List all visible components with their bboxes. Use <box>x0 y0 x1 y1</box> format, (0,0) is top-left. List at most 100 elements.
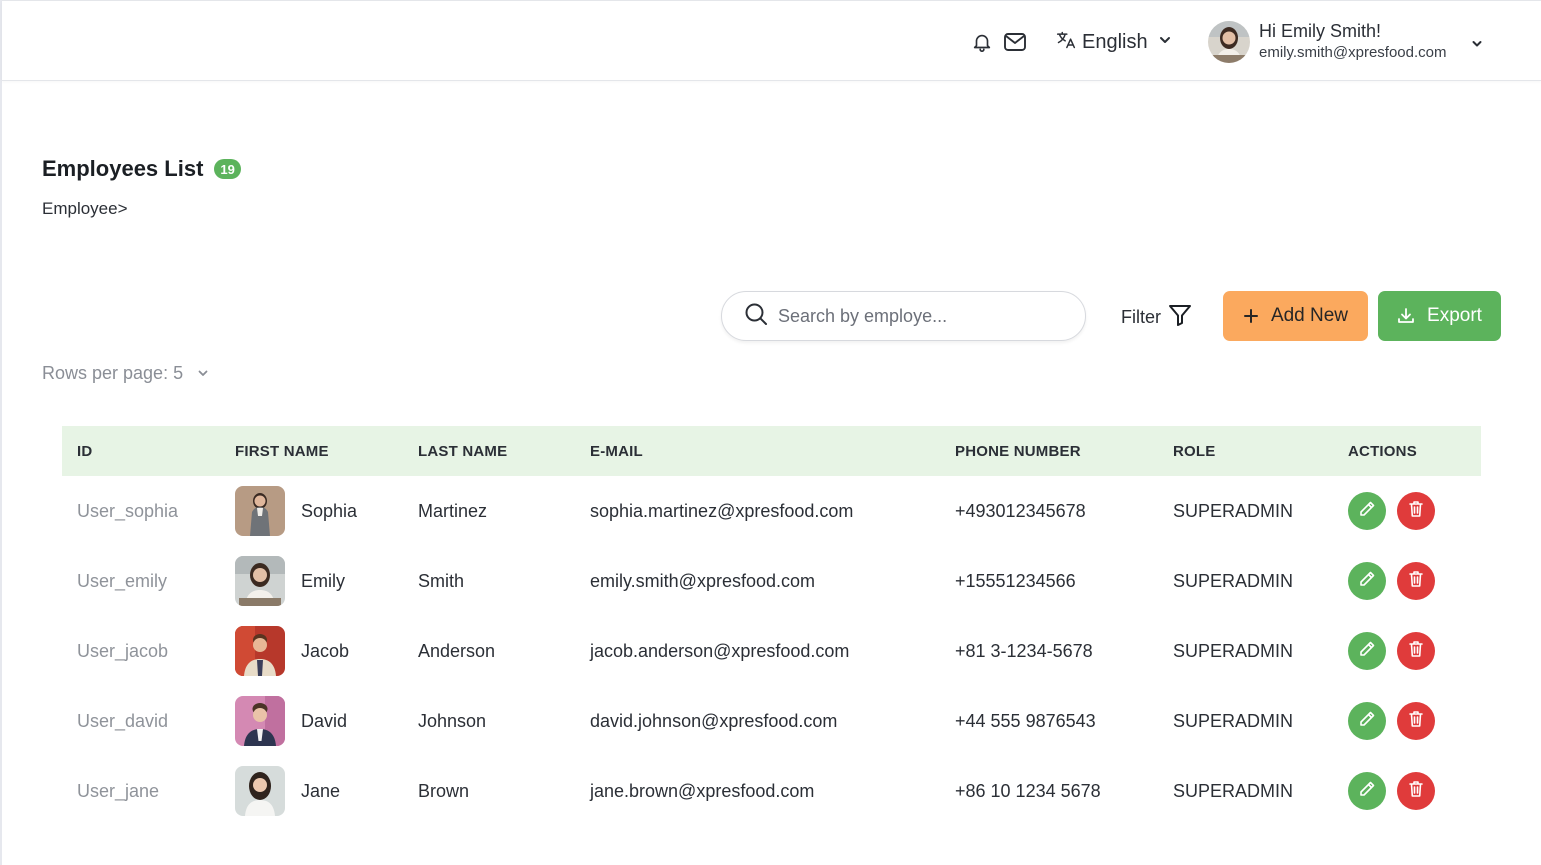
edit-button[interactable] <box>1348 632 1386 670</box>
first-name-text: Emily <box>301 570 345 591</box>
language-selector[interactable]: English <box>1056 28 1172 56</box>
avatar <box>235 696 285 746</box>
table-row: User_jane Jane Brown jane.brown@xpresfoo… <box>62 756 1481 826</box>
table-row: User_sophia Sophia Martinez sophia.marti… <box>62 476 1481 546</box>
filter-button[interactable]: Filter <box>1121 303 1192 332</box>
bell-icon[interactable] <box>970 30 994 54</box>
first-name-text: Jacob <box>301 640 350 661</box>
chevron-down-icon[interactable] <box>1470 37 1484 51</box>
cell-first-name: Jane <box>235 756 340 826</box>
plus-icon <box>1243 308 1259 324</box>
rows-per-page-select[interactable]: Rows per page: 5 <box>42 363 209 384</box>
column-header-last-name: LAST NAME <box>418 442 508 460</box>
user-menu[interactable]: Hi Emily Smith! emily.smith@xpresfood.co… <box>1208 21 1447 63</box>
edit-button[interactable] <box>1348 702 1386 740</box>
column-header-phone: PHONE NUMBER <box>955 442 1081 460</box>
pencil-icon <box>1358 570 1376 593</box>
add-new-label: Add New <box>1270 305 1349 326</box>
avatar <box>235 486 285 536</box>
search-input[interactable] <box>778 305 1058 327</box>
cell-email: david.johnson@xpresfood.com <box>590 710 838 731</box>
first-name-text: David <box>301 710 348 731</box>
cell-first-name: David <box>235 686 347 756</box>
column-header-id: ID <box>77 442 93 460</box>
cell-role: SUPERADMIN <box>1173 500 1294 521</box>
cell-actions <box>1348 756 1435 826</box>
table-row: User_emily Emily Smith emily.smith@xpres… <box>62 546 1481 616</box>
cell-first-name: Sophia <box>235 476 357 546</box>
avatar <box>1208 21 1250 63</box>
cell-role: SUPERADMIN <box>1173 710 1294 731</box>
column-header-actions: ACTIONS <box>1348 442 1417 460</box>
delete-button[interactable] <box>1397 772 1435 810</box>
cell-last-name: Brown <box>418 780 470 801</box>
trash-icon <box>1408 640 1424 663</box>
user-greeting: Hi Emily Smith! <box>1259 21 1382 41</box>
add-new-button[interactable]: Add New <box>1223 291 1368 341</box>
delete-button[interactable] <box>1397 562 1435 600</box>
trash-icon <box>1408 500 1424 523</box>
cell-first-name: Emily <box>235 546 345 616</box>
cell-actions <box>1348 546 1435 616</box>
top-bar: English Hi Emily Smith! emily.smith@xpre… <box>2 0 1541 81</box>
cell-email: emily.smith@xpresfood.com <box>590 570 815 591</box>
search-box <box>721 291 1086 341</box>
cell-role: SUPERADMIN <box>1173 640 1294 661</box>
avatar <box>235 556 285 606</box>
cell-last-name: Johnson <box>418 710 487 731</box>
first-name-text: Sophia <box>301 500 358 521</box>
trash-icon <box>1408 570 1424 593</box>
cell-last-name: Anderson <box>418 640 496 661</box>
delete-button[interactable] <box>1397 632 1435 670</box>
trash-icon <box>1408 780 1424 803</box>
cell-id: User_jane <box>77 780 160 801</box>
column-header-first-name: FIRST NAME <box>235 442 329 460</box>
column-header-role: ROLE <box>1173 442 1216 460</box>
cell-id: User_sophia <box>77 500 179 521</box>
table-row: User_jacob Jacob Anderson jacob.anderson… <box>62 616 1481 686</box>
delete-button[interactable] <box>1397 702 1435 740</box>
mail-icon[interactable] <box>1002 30 1028 54</box>
filter-icon <box>1168 303 1192 332</box>
page-title: Employees List <box>42 156 204 181</box>
pencil-icon <box>1358 710 1376 733</box>
cell-id: User_emily <box>77 570 168 591</box>
table-row: User_david David Johnson david.johnson@x… <box>62 686 1481 756</box>
breadcrumb[interactable]: Employee> <box>42 199 128 219</box>
column-header-email: E-MAIL <box>590 442 643 460</box>
cell-email: sophia.martinez@xpresfood.com <box>590 500 854 521</box>
cell-id: User_david <box>77 710 169 731</box>
cell-role: SUPERADMIN <box>1173 780 1294 801</box>
cell-phone: +44 555 9876543 <box>955 710 1096 731</box>
cell-actions <box>1348 616 1435 686</box>
chevron-down-icon <box>1158 33 1172 52</box>
edit-button[interactable] <box>1348 772 1386 810</box>
chevron-down-icon <box>197 363 209 384</box>
edit-button[interactable] <box>1348 562 1386 600</box>
cell-actions <box>1348 476 1435 546</box>
cell-phone: +15551234566 <box>955 570 1076 591</box>
table-header: ID FIRST NAME LAST NAME E-MAIL PHONE NUM… <box>62 426 1481 476</box>
first-name-text: Jane <box>301 780 341 801</box>
cell-id: User_jacob <box>77 640 169 661</box>
export-button[interactable]: Export <box>1378 291 1501 341</box>
search-icon <box>744 302 768 331</box>
rows-per-page-label: Rows per page: 5 <box>42 363 184 383</box>
cell-first-name: Jacob <box>235 616 349 686</box>
cell-phone: +493012345678 <box>955 500 1086 521</box>
left-edge <box>0 0 2 865</box>
pencil-icon <box>1358 640 1376 663</box>
user-email: emily.smith@xpresfood.com <box>1259 44 1447 61</box>
language-label: English <box>1082 30 1148 53</box>
avatar <box>235 766 285 816</box>
cell-last-name: Martinez <box>418 500 488 521</box>
employees-table: ID FIRST NAME LAST NAME E-MAIL PHONE NUM… <box>62 426 1481 826</box>
edit-button[interactable] <box>1348 492 1386 530</box>
delete-button[interactable] <box>1397 492 1435 530</box>
filter-label: Filter <box>1121 307 1161 327</box>
translate-icon <box>1056 30 1076 55</box>
count-badge: 19 <box>214 159 241 179</box>
cell-phone: +86 10 1234 5678 <box>955 780 1101 801</box>
page-header: Employees List 19 <box>42 156 241 182</box>
cell-actions <box>1348 686 1435 756</box>
